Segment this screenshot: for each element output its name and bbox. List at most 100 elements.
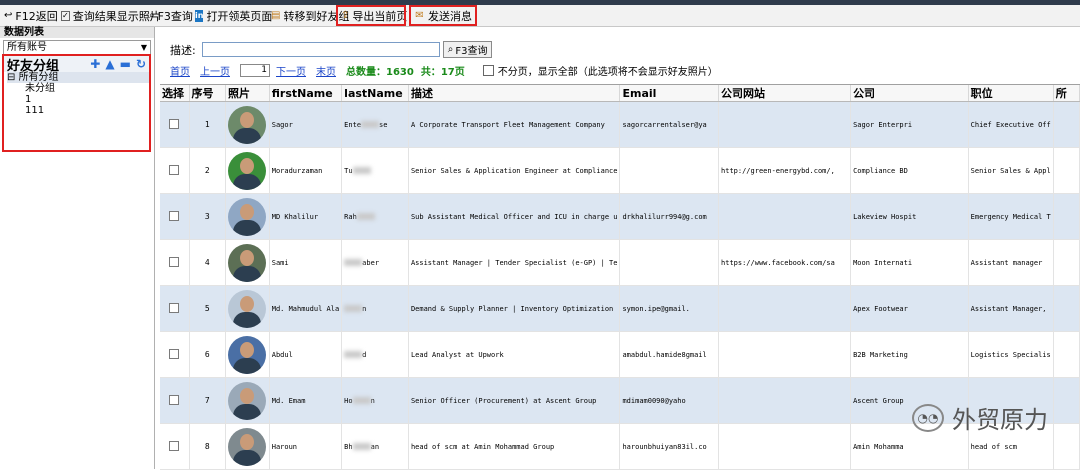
avatar-head: [240, 433, 255, 450]
show-photo-toggle[interactable]: ✓ 查询结果显示照片: [57, 6, 161, 25]
row-description: Demand & Supply Planner | Inventory Opti…: [408, 285, 621, 332]
back-button[interactable]: ↩ F12返回: [0, 6, 58, 25]
redacted-mark: [356, 213, 375, 220]
row-firstname: Haroun: [269, 423, 343, 470]
avatar-head: [240, 111, 255, 128]
open-linkedin-button[interactable]: in 打开领英页面: [191, 6, 272, 25]
query-button[interactable]: ⌕ F3查询: [145, 6, 193, 25]
col-email[interactable]: Email: [619, 85, 720, 102]
row-lastname: Ho n: [341, 377, 409, 424]
first-page-link[interactable]: 首页: [170, 63, 190, 78]
col-location[interactable]: 所: [1053, 85, 1080, 102]
row-firstname: Md. Emam: [269, 377, 343, 424]
avatar-body: [233, 403, 262, 420]
row-checkbox[interactable]: [169, 440, 180, 451]
tree-item[interactable]: 111: [7, 105, 149, 116]
row-description: A Corporate Transport Fleet Management C…: [408, 101, 621, 148]
export-page-button[interactable]: ⇪ 导出当前页: [336, 5, 407, 26]
no-paging-checkbox[interactable]: [482, 65, 494, 76]
row-location: [1053, 377, 1080, 424]
row-photo-cell: [225, 239, 270, 286]
avatar-body: [233, 449, 262, 466]
tree-item[interactable]: 未分组: [7, 83, 149, 94]
row-lastname: n: [341, 285, 409, 332]
avatar: [228, 105, 267, 144]
account-select[interactable]: 所有账号 ▼: [3, 40, 151, 55]
col-photo[interactable]: 照片: [225, 85, 270, 102]
row-select-cell: [160, 239, 190, 286]
row-checkbox[interactable]: [169, 348, 180, 359]
query-search-button[interactable]: ⌕ F3查询: [442, 41, 493, 58]
chevron-down-icon: ▼: [140, 43, 147, 52]
friend-group-panel: 好友分组 ✚ ▲ ▬ ↻ ⊟ 所有分组 未分组 1 111: [2, 54, 151, 152]
page-number-input[interactable]: 1: [240, 64, 270, 77]
avatar-head: [240, 203, 255, 220]
col-description[interactable]: 描述: [408, 85, 621, 102]
redacted-mark: [344, 351, 363, 358]
col-website[interactable]: 公司网站: [718, 85, 852, 102]
redacted-mark: [361, 121, 380, 128]
remove-icon[interactable]: ▬: [120, 57, 131, 71]
row-description: Lead Analyst at Upwork: [408, 331, 621, 378]
row-position: Assistant manager: [968, 239, 1054, 286]
send-message-button[interactable]: ✉ 发送消息: [409, 5, 477, 26]
avatar-body: [233, 219, 262, 236]
row-no: 2: [189, 147, 227, 194]
col-no[interactable]: 序号: [189, 85, 227, 102]
row-email: amabdul.hamide8gmail: [619, 331, 720, 378]
next-page-link[interactable]: 下一页: [276, 63, 306, 78]
row-checkbox[interactable]: [169, 302, 180, 313]
row-website: https://www.facebook.com/sa: [718, 239, 852, 286]
row-no: 4: [189, 239, 227, 286]
col-position[interactable]: 职位: [968, 85, 1054, 102]
col-select[interactable]: 选择: [160, 85, 190, 102]
table-row[interactable]: 2 Moradurzaman Tu Senior Sales & Applicatio…: [160, 147, 1080, 194]
table-row[interactable]: 3 MD Khalilur Rah Sub Assistant Medical Off…: [160, 193, 1080, 240]
row-checkbox[interactable]: [169, 210, 180, 221]
row-firstname: Sagor: [269, 101, 343, 148]
row-checkbox[interactable]: [169, 164, 180, 175]
col-lastname[interactable]: lastName: [341, 85, 409, 102]
row-photo-cell: [225, 285, 270, 332]
row-firstname: Abdul: [269, 331, 343, 378]
row-checkbox[interactable]: [169, 394, 180, 405]
row-lastname: aber: [341, 239, 409, 286]
avatar-body: [233, 357, 262, 374]
row-description: Senior Officer (Procurement) at Ascent G…: [408, 377, 621, 424]
row-checkbox[interactable]: [169, 256, 180, 267]
col-company[interactable]: 公司: [850, 85, 969, 102]
row-email: sagorcarrentalser@ya: [619, 101, 720, 148]
table-row[interactable]: 5 Md. Mahmudul Ala n Demand & Supply Planne…: [160, 285, 1080, 332]
table-row[interactable]: 4 Sami aber Assistant Manager | Tender Spec…: [160, 239, 1080, 286]
avatar: [228, 427, 267, 466]
row-position: Chief Executive Off: [968, 101, 1054, 148]
search-row: 描述: ⌕ F3查询: [170, 41, 493, 58]
friend-group-header: 好友分组 ✚ ▲ ▬ ↻: [4, 56, 149, 74]
add-icon[interactable]: ✚: [90, 57, 100, 71]
tree-item[interactable]: 1: [7, 94, 149, 105]
row-company: Lakeview Hospit: [850, 193, 969, 240]
row-checkbox[interactable]: [169, 118, 180, 129]
refresh-icon[interactable]: ↻: [136, 57, 146, 71]
row-description: Sub Assistant Medical Officer and ICU in…: [408, 193, 621, 240]
avatar-head: [240, 295, 255, 312]
table-row[interactable]: 6 Abdul d Lead Analyst at Upwork amabdul.ham…: [160, 331, 1080, 378]
row-description: Senior Sales & Application Engineer at C…: [408, 147, 621, 194]
row-select-cell: [160, 423, 190, 470]
total-count: 总数量：1630 共：17页: [346, 67, 465, 78]
row-no: 6: [189, 331, 227, 378]
row-lastname: d: [341, 331, 409, 378]
table-row[interactable]: 1 Sagor Ente se A Corporate Transport Fleet …: [160, 101, 1080, 148]
description-input[interactable]: [201, 42, 440, 57]
prev-page-link[interactable]: 上一页: [200, 63, 230, 78]
move-to-group-button[interactable]: ▤ 转移到好友组: [267, 6, 349, 25]
col-firstname[interactable]: firstName: [269, 85, 343, 102]
avatar-body: [233, 127, 262, 144]
row-lastname: Tu: [341, 147, 409, 194]
move-up-icon[interactable]: ▲: [105, 57, 114, 71]
row-email: harounbhuiyan83il.co: [619, 423, 720, 470]
redacted-mark: [344, 305, 363, 312]
last-page-link[interactable]: 末页: [316, 63, 336, 78]
tree-item-all[interactable]: ⊟ 所有分组: [7, 72, 149, 83]
group-tree: ⊟ 所有分组 未分组 1 111: [4, 72, 149, 116]
